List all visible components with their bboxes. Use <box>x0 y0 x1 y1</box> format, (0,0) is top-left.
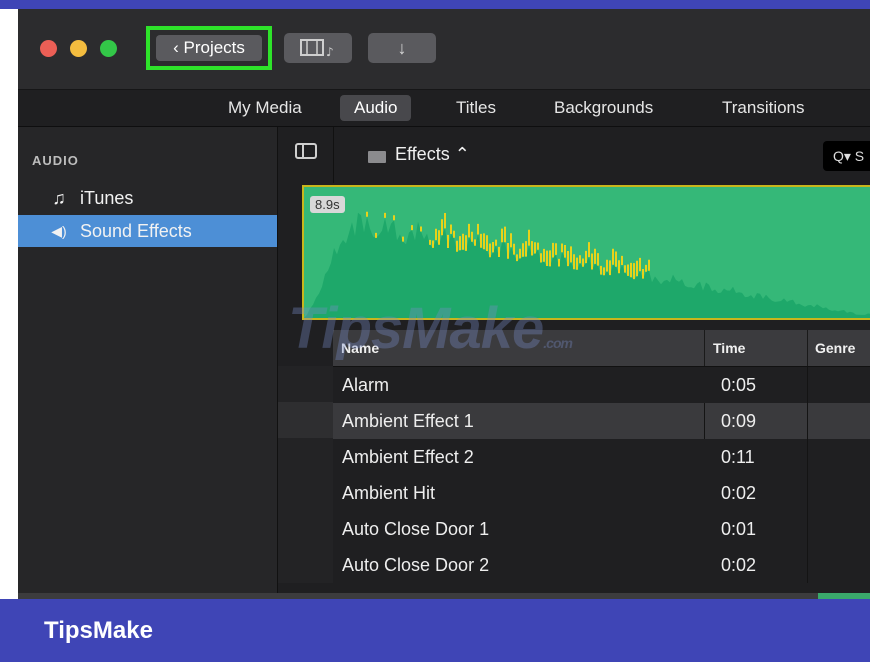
row-gutter <box>278 366 333 583</box>
sidebar-item-label: iTunes <box>80 188 134 208</box>
column-genre[interactable]: Genre <box>815 330 855 366</box>
column-separator <box>807 475 808 511</box>
column-separator <box>807 439 808 475</box>
film-music-icon: ♪ <box>300 39 334 59</box>
minimize-window-button[interactable] <box>70 40 87 57</box>
import-button[interactable]: ↓ <box>368 33 436 63</box>
folder-icon <box>368 151 386 163</box>
music-note-icon: ♫ <box>52 188 66 208</box>
row-name: Ambient Hit <box>342 483 436 503</box>
table-row[interactable]: Ambient Effect 2 0:11 <box>333 439 870 475</box>
browser-toolbar: Effects ⌃ Q▾ S <box>278 127 870 183</box>
row-time: 0:02 <box>721 483 757 503</box>
title-bar: ‹ Projects ♪ ↓ <box>18 9 870 90</box>
table-row[interactable]: Ambient Hit 0:02 <box>333 475 870 511</box>
top-border <box>0 0 870 9</box>
table-row[interactable]: Auto Close Door 2 0:02 <box>333 547 870 583</box>
table-row[interactable]: Alarm 0:05 <box>333 367 870 403</box>
search-field[interactable]: Q▾ S <box>823 141 870 171</box>
column-separator <box>807 330 808 366</box>
imovie-window: ‹ Projects ♪ ↓ My Media Audio Titles Bac… <box>18 9 870 599</box>
row-gutter-selected <box>278 402 333 438</box>
tab-titles[interactable]: Titles <box>442 95 510 121</box>
row-name: Ambient Effect 1 <box>342 411 474 431</box>
sidebar-toggle-icon[interactable] <box>295 143 317 159</box>
row-name: Ambient Effect 2 <box>342 447 474 467</box>
tab-audio[interactable]: Audio <box>340 95 412 121</box>
media-tabs: My Media Audio Titles Backgrounds Transi… <box>18 90 870 127</box>
table-row[interactable]: Auto Close Door 1 0:01 <box>333 511 870 547</box>
brand-label: TipsMake <box>44 617 153 644</box>
svg-text:♪: ♪ <box>326 45 334 59</box>
projects-button[interactable]: ‹ Projects <box>156 35 262 61</box>
projects-button-highlight: ‹ Projects <box>146 26 272 70</box>
watermark: TipsMake.com <box>288 296 573 361</box>
sidebar-item-itunes[interactable]: ♫ iTunes <box>18 182 277 214</box>
column-separator <box>807 511 808 547</box>
chevron-left-icon: ‹ <box>173 38 179 57</box>
column-separator <box>704 330 705 366</box>
tab-backgrounds[interactable]: Backgrounds <box>540 95 667 121</box>
tab-my-media[interactable]: My Media <box>214 95 316 121</box>
column-separator <box>807 547 808 583</box>
tab-transitions[interactable]: Transitions <box>708 95 819 121</box>
column-separator <box>807 367 808 403</box>
row-name: Alarm <box>342 375 390 395</box>
toolbar-divider <box>333 127 334 183</box>
media-browser-button[interactable]: ♪ <box>284 33 352 63</box>
table-row[interactable]: Ambient Effect 1 0:09 <box>333 403 870 439</box>
projects-button-label: Projects <box>183 38 245 57</box>
row-time: 0:11 <box>721 447 755 467</box>
column-separator <box>807 403 808 439</box>
row-time: 0:02 <box>721 555 757 575</box>
brand-footer: TipsMake <box>0 599 870 662</box>
zoom-window-button[interactable] <box>100 40 117 57</box>
row-time: 0:09 <box>721 411 757 431</box>
row-name: Auto Close Door 1 <box>342 519 490 539</box>
effects-folder-popup[interactable]: Effects ⌃ <box>395 144 470 165</box>
audio-browser: Effects ⌃ Q▾ S 8.9s Name Time Genre Alar… <box>278 127 870 599</box>
library-sidebar: AUDIO ♫ iTunes ◀) Sound Effects <box>18 127 278 599</box>
sidebar-item-label: Sound Effects <box>80 221 192 241</box>
row-time: 0:05 <box>721 375 757 395</box>
row-name: Auto Close Door 2 <box>342 555 490 575</box>
speaker-icon: ◀) <box>51 223 67 239</box>
row-time: 0:01 <box>721 519 757 539</box>
duration-badge: 8.9s <box>310 196 345 213</box>
column-time[interactable]: Time <box>713 330 745 366</box>
sidebar-heading: AUDIO <box>32 153 79 168</box>
arrow-down-icon: ↓ <box>397 38 407 58</box>
close-window-button[interactable] <box>40 40 57 57</box>
sidebar-item-sound-effects[interactable]: ◀) Sound Effects <box>18 215 277 247</box>
column-separator <box>704 403 705 439</box>
